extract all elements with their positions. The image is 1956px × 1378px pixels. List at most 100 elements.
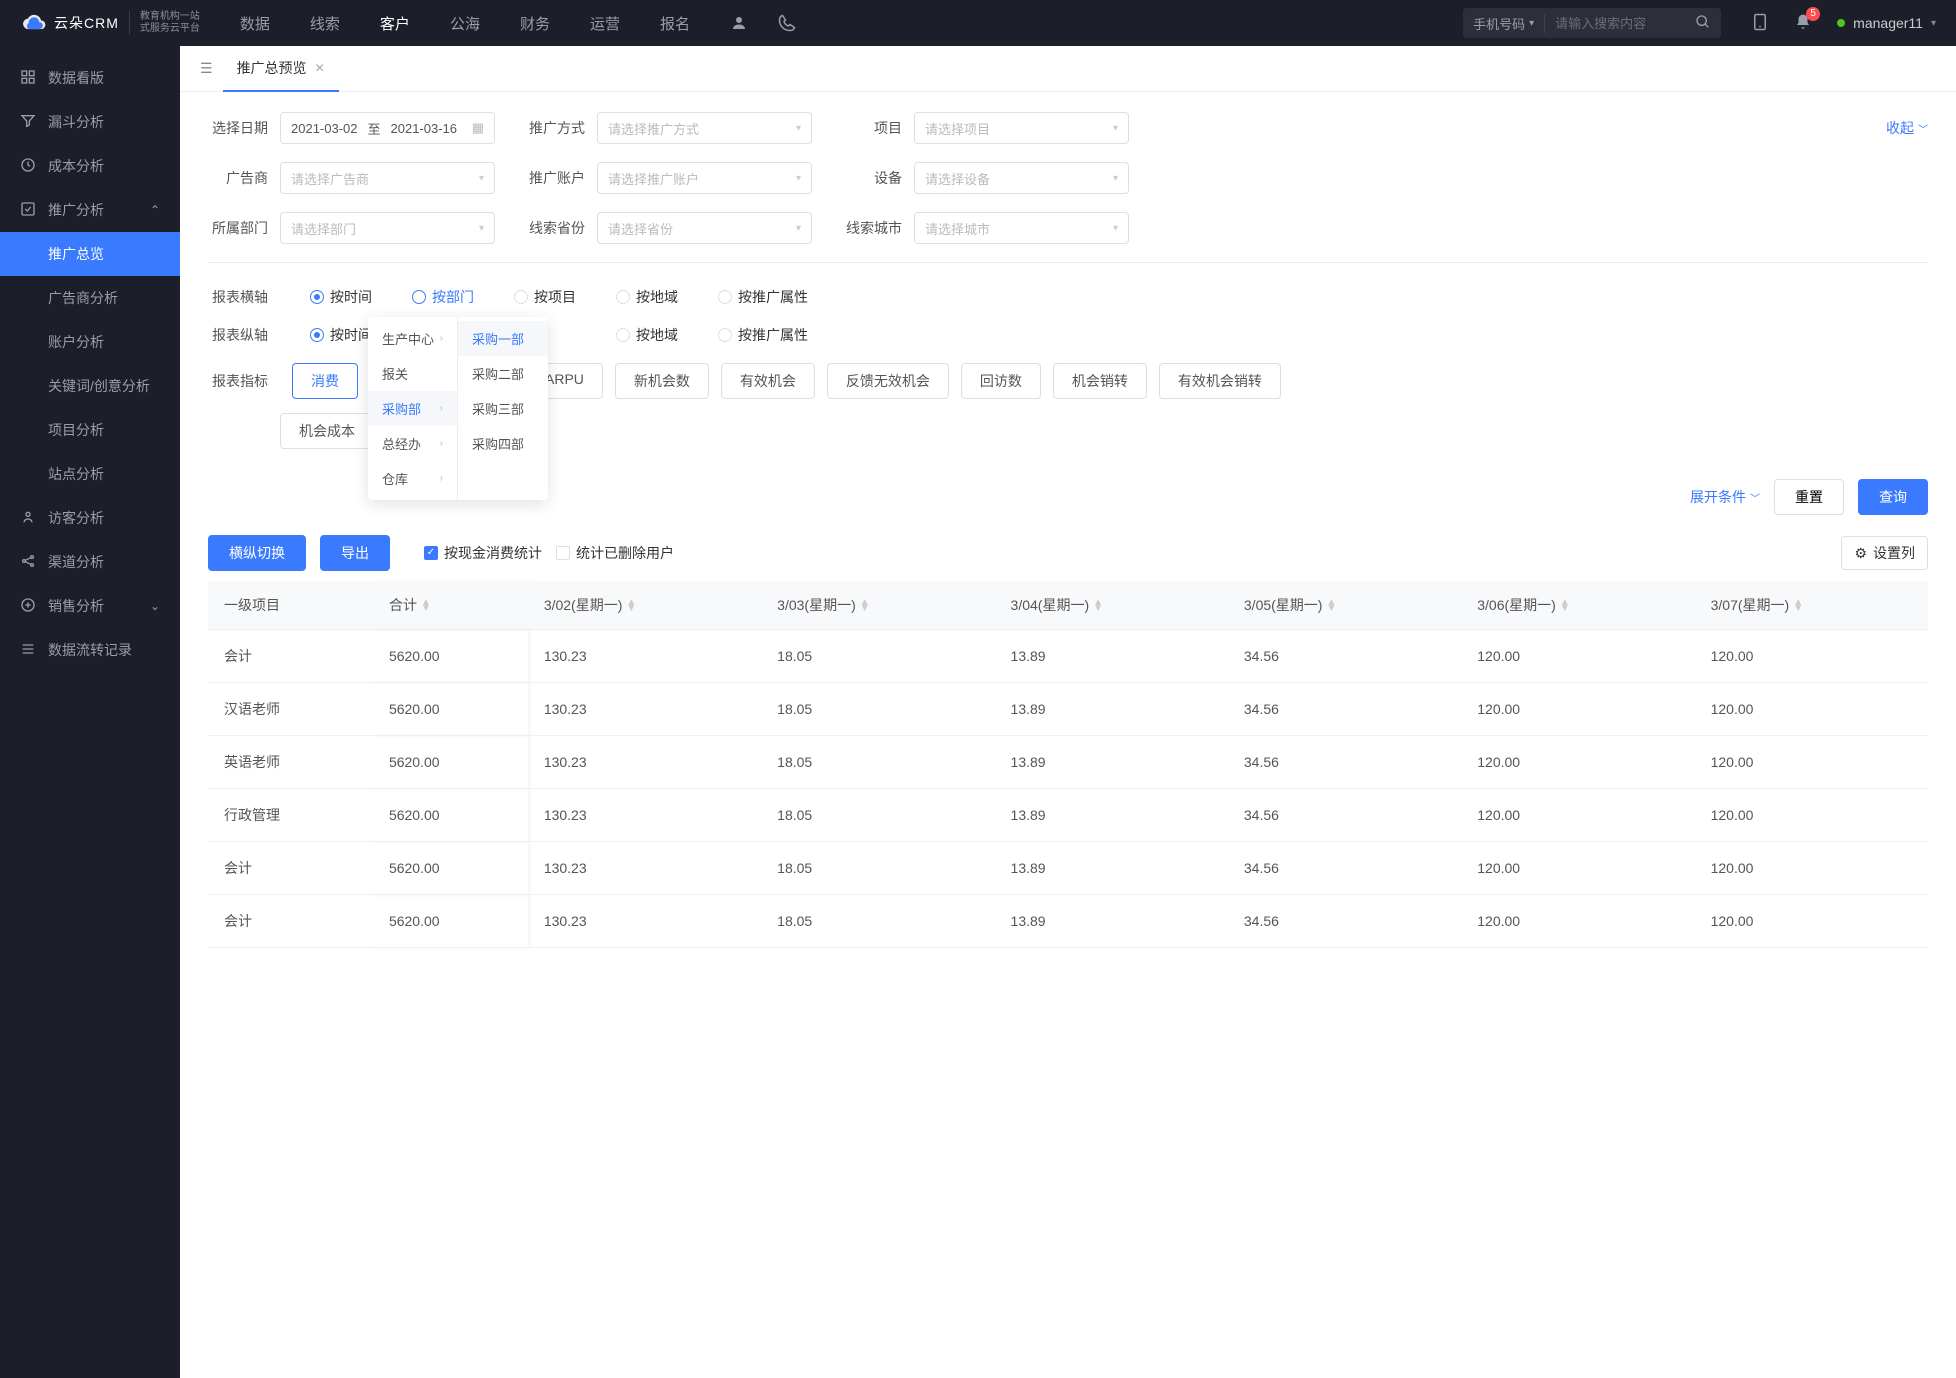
sidebar-subitem-3-1[interactable]: 广告商分析 <box>0 276 180 320</box>
sidebar-item-3[interactable]: 推广分析⌃ <box>0 188 180 232</box>
sidebar-subitem-3-2[interactable]: 账户分析 <box>0 320 180 364</box>
cascader-item[interactable]: 采购二部 <box>458 356 548 391</box>
date-range-input[interactable]: 2021-03-02 至 2021-03-16 ▦ <box>280 112 495 144</box>
collapse-filters-link[interactable]: 收起 ﹀ <box>1886 118 1928 138</box>
radio-option[interactable]: 按时间 <box>310 287 374 307</box>
table-row: 行政管理5620.00130.2318.0513.8934.56120.0012… <box>208 789 1928 842</box>
toggle-axis-button[interactable]: 横纵切换 <box>208 535 306 571</box>
nav-item-4[interactable]: 财务 <box>520 13 550 34</box>
metric-button-5[interactable]: 有效机会 <box>721 363 815 399</box>
device-select[interactable]: 请选择设备▾ <box>914 162 1129 194</box>
table-header[interactable]: 3/02(星期一)▲▼ <box>528 581 761 630</box>
cascader-item[interactable]: 采购三部 <box>458 391 548 426</box>
search-type-select[interactable]: 手机号码 ▾ <box>1473 14 1545 33</box>
metric-button-7[interactable]: 回访数 <box>961 363 1041 399</box>
close-icon[interactable]: ✕ <box>315 61 325 75</box>
sidebar-item-2[interactable]: 成本分析 <box>0 144 180 188</box>
expand-conditions-link[interactable]: 展开条件 ﹀ <box>1690 487 1760 507</box>
table-header[interactable]: 3/03(星期一)▲▼ <box>761 581 994 630</box>
method-select[interactable]: 请选择推广方式▾ <box>597 112 812 144</box>
main-content: ☰ 推广总预览 ✕ 选择日期 2021-03-02 至 2021-03-16 ▦ <box>180 46 1956 1378</box>
metric-button-4[interactable]: 新机会数 <box>615 363 709 399</box>
user-icon[interactable] <box>730 14 748 32</box>
gear-icon: ⚙ <box>1854 545 1867 562</box>
project-select[interactable]: 请选择项目▾ <box>914 112 1129 144</box>
table-header[interactable]: 一级项目 <box>208 581 373 630</box>
nav-item-1[interactable]: 线索 <box>310 13 340 34</box>
radio-option[interactable]: 按时间 <box>310 325 374 345</box>
top-nav: 云朵CRM 教育机构一站式服务云平台 数据 线索 客户 公海 财务 运营 报名 手机号码 ▾… <box>0 0 1956 46</box>
cascader-item[interactable]: 报关 <box>368 356 457 391</box>
sidebar-collapse-icon[interactable]: ☰ <box>190 60 223 77</box>
table-cell: 13.89 <box>995 842 1228 895</box>
row-label: 报表指标 <box>208 371 268 391</box>
brand[interactable]: 云朵CRM 教育机构一站式服务云平台 <box>20 11 200 35</box>
radio-option[interactable]: 按地域 <box>616 287 680 307</box>
search-box[interactable]: 手机号码 ▾ <box>1463 8 1721 38</box>
column-settings-button[interactable]: ⚙ 设置列 <box>1841 536 1928 570</box>
cascader-item[interactable]: 采购一部 <box>458 321 548 356</box>
nav-item-0[interactable]: 数据 <box>240 13 270 34</box>
sidebar-item-5[interactable]: 渠道分析 <box>0 540 180 584</box>
user-menu[interactable]: manager11 ▾ <box>1837 15 1936 31</box>
nav-item-6[interactable]: 报名 <box>660 13 690 34</box>
cascader-item[interactable]: 仓库› <box>368 461 457 496</box>
sidebar-item-4[interactable]: 访客分析 <box>0 496 180 540</box>
nav-item-2[interactable]: 客户 <box>380 13 410 34</box>
filter-label: 所属部门 <box>208 218 268 238</box>
cb-deleted-users[interactable]: 统计已删除用户 <box>556 543 674 563</box>
metric-button-0[interactable]: 消费 <box>292 363 358 399</box>
table-header[interactable]: 3/06(星期一)▲▼ <box>1461 581 1694 630</box>
sidebar-subitem-3-5[interactable]: 站点分析 <box>0 452 180 496</box>
table-header[interactable]: 3/05(星期一)▲▼ <box>1228 581 1461 630</box>
radio-option[interactable]: 按推广属性 <box>718 325 808 345</box>
table-cell: 34.56 <box>1228 683 1461 736</box>
sidebar-subitem-3-0[interactable]: 推广总览 <box>0 232 180 276</box>
table-cell: 120.00 <box>1695 842 1928 895</box>
metric-button-6[interactable]: 反馈无效机会 <box>827 363 949 399</box>
data-table: 一级项目合计▲▼3/02(星期一)▲▼3/03(星期一)▲▼3/04(星期一)▲… <box>208 581 1928 948</box>
radio-option[interactable]: 按项目 <box>514 287 578 307</box>
account-select[interactable]: 请选择推广账户▾ <box>597 162 812 194</box>
nav-item-5[interactable]: 运营 <box>590 13 620 34</box>
export-button[interactable]: 导出 <box>320 535 390 571</box>
cascader-item[interactable]: 总经办› <box>368 426 457 461</box>
city-select[interactable]: 请选择城市▾ <box>914 212 1129 244</box>
table-header[interactable]: 合计▲▼ <box>373 581 528 630</box>
sidebar-subitem-3-4[interactable]: 项目分析 <box>0 408 180 452</box>
phone-icon[interactable] <box>778 14 796 32</box>
cascader-item[interactable]: 采购部› <box>368 391 457 426</box>
monitor-icon[interactable] <box>1751 13 1769 34</box>
radio-option[interactable]: 按推广属性 <box>718 287 808 307</box>
sidebar-subitem-3-3[interactable]: 关键词/创意分析 <box>0 364 180 408</box>
query-button[interactable]: 查询 <box>1858 479 1928 515</box>
table-header[interactable]: 3/07(星期一)▲▼ <box>1695 581 1928 630</box>
radio-option[interactable]: 按部门 <box>412 287 476 307</box>
search-icon[interactable] <box>1695 14 1711 33</box>
search-input[interactable] <box>1545 16 1695 31</box>
province-select[interactable]: 请选择省份▾ <box>597 212 812 244</box>
channel-icon <box>20 553 36 572</box>
table-cell: 120.00 <box>1695 895 1928 948</box>
dept-select[interactable]: 请选择部门▾ <box>280 212 495 244</box>
row-label: 报表横轴 <box>208 287 268 307</box>
nav-item-3[interactable]: 公海 <box>450 13 480 34</box>
notifications[interactable]: 5 <box>1794 13 1812 34</box>
sidebar-item-7[interactable]: 数据流转记录 <box>0 628 180 672</box>
table-row: 会计5620.00130.2318.0513.8934.56120.00120.… <box>208 630 1928 683</box>
sidebar-item-6[interactable]: 销售分析⌄ <box>0 584 180 628</box>
cb-cash-stats[interactable]: 按现金消费统计 <box>424 543 542 563</box>
metric-button-8[interactable]: 机会销转 <box>1053 363 1147 399</box>
radio-option[interactable]: 按地域 <box>616 325 680 345</box>
table-header[interactable]: 3/04(星期一)▲▼ <box>995 581 1228 630</box>
metric-opportunity-cost[interactable]: 机会成本 <box>280 413 374 449</box>
cascader-item[interactable]: 采购四部 <box>458 426 548 461</box>
tab-active[interactable]: 推广总预览 ✕ <box>223 46 339 92</box>
advertiser-select[interactable]: 请选择广告商▾ <box>280 162 495 194</box>
sidebar-item-1[interactable]: 漏斗分析 <box>0 100 180 144</box>
table-cell: 5620.00 <box>373 630 528 683</box>
cascader-item[interactable]: 生产中心› <box>368 321 457 356</box>
reset-button[interactable]: 重置 <box>1774 479 1844 515</box>
metric-button-9[interactable]: 有效机会销转 <box>1159 363 1281 399</box>
sidebar-item-0[interactable]: 数据看版 <box>0 56 180 100</box>
